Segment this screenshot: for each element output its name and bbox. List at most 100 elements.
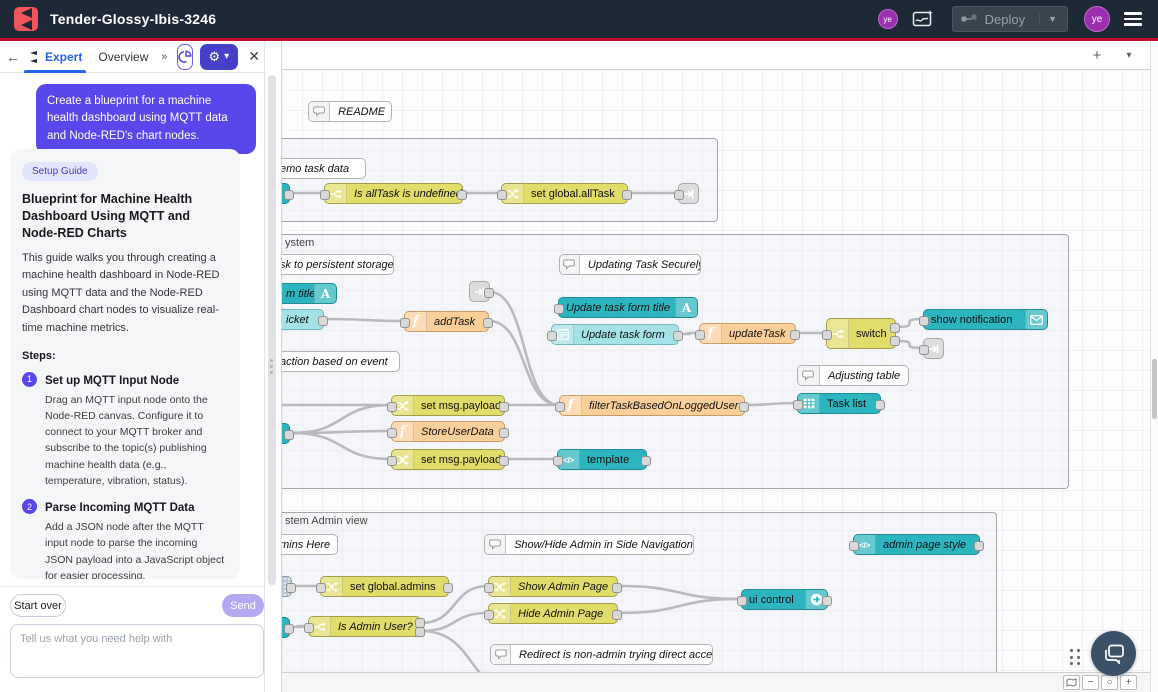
input-port[interactable] [737,596,747,606]
start-over-button[interactable]: Start over [10,594,66,617]
close-panel-icon[interactable]: ✕ [248,48,260,65]
node-link-out-1[interactable] [678,183,699,204]
input-port[interactable] [695,330,705,340]
zoom-out-button[interactable]: − [1082,675,1099,690]
node-form-title[interactable]: m titleA [281,283,337,304]
pie-chart-button[interactable] [177,44,193,70]
node-admin-page-style[interactable]: </>admin page style [853,534,980,555]
output-port[interactable] [890,336,900,346]
node-link-in-2[interactable] [469,281,490,302]
node-storeuserdata[interactable]: fStoreUserData [391,421,505,442]
comment-readme[interactable]: README [308,101,392,122]
node-switch[interactable]: switch [826,318,896,349]
input-port[interactable] [553,456,563,466]
node-inject-cut[interactable] [281,576,292,597]
comment-persistent-storage[interactable]: sk to persistent storage [281,254,394,275]
deploy-caret-icon[interactable]: ▼ [1039,14,1059,24]
send-button[interactable]: Send [222,594,264,617]
chat-scroll-area[interactable]: Create a blueprint for a machine health … [0,73,264,586]
input-port[interactable] [400,318,410,328]
node-ui-cut-3[interactable] [281,617,290,638]
user-avatar[interactable]: ye [1084,6,1110,32]
chat-fab-button[interactable] [1091,631,1136,676]
node-set-global-admins[interactable]: set global.admins [320,576,449,597]
input-port[interactable] [919,316,929,326]
panel-scrollbar-thumb[interactable] [268,75,276,585]
node-ui-cut-1[interactable] [281,183,290,204]
demo-task-group[interactable] [281,138,718,222]
output-port[interactable] [875,400,885,410]
chat-input[interactable] [10,624,264,678]
output-port[interactable] [499,402,509,412]
input-port[interactable] [674,190,684,200]
output-port[interactable] [739,402,749,412]
back-arrow-icon[interactable]: ← [6,49,20,65]
panel-resize-handle[interactable] [270,359,274,375]
node-show-notification[interactable]: show notification [923,309,1048,330]
output-port[interactable] [890,323,900,333]
output-port[interactable] [483,318,493,328]
comment-action-based-on-event[interactable]: action based on event [281,351,400,372]
output-port[interactable] [318,316,328,326]
comment-show-hide-admin[interactable]: Show/Hide Admin in Side Navigation [484,534,694,555]
comment-redirect-non-admin[interactable]: Redirect is non-admin trying direct acce… [490,644,713,665]
input-port[interactable] [316,583,326,593]
node-ui-control[interactable]: ui control [741,589,828,610]
node-set-msg-payload-2[interactable]: set msg.payload [391,449,505,470]
navigator-button[interactable] [1063,675,1080,690]
input-port[interactable] [793,400,803,410]
node-update-task-form-title[interactable]: Update task form titleA [558,297,698,318]
output-port[interactable] [612,583,622,593]
node-link-out-2[interactable] [923,338,944,359]
output-port[interactable] [622,190,632,200]
more-tabs-icon[interactable]: » [156,51,172,63]
output-port[interactable] [499,428,509,438]
node-ticket[interactable]: icket [281,309,324,330]
comment-updating-task-securely[interactable]: Updating Task Securely [559,254,701,275]
output-port[interactable] [284,190,294,200]
input-port[interactable] [497,190,507,200]
input-port[interactable] [484,583,494,593]
tab-overview[interactable]: Overview [90,41,156,73]
output-port[interactable] [415,627,425,637]
input-port[interactable] [849,541,859,551]
node-hide-admin-page[interactable]: Hide Admin Page [488,603,618,624]
output-port[interactable] [974,541,984,551]
output-port[interactable] [457,190,467,200]
main-menu-icon[interactable] [1124,12,1142,26]
input-port[interactable] [387,402,397,412]
node-template[interactable]: </>template [557,449,647,470]
output-port[interactable] [673,331,683,341]
output-port[interactable] [443,583,453,593]
input-port[interactable] [555,402,565,412]
input-port[interactable] [484,610,494,620]
flow-canvas[interactable]: ystemstem Admin viewREADMEemo task datas… [281,41,1150,692]
flow-list-button[interactable]: ▾ [1119,46,1139,66]
input-port[interactable] [387,456,397,466]
assistant-avatar[interactable]: ye [878,9,898,29]
output-port[interactable] [612,610,622,620]
deploy-button[interactable]: Deploy ▼ [952,6,1068,32]
canvas-vertical-scrollbar[interactable] [1150,41,1158,692]
ai-flow-generator-icon[interactable] [912,9,934,29]
node-set-msg-payload-1[interactable]: set msg.payload [391,395,505,416]
assistant-fab-drag-handle[interactable] [1070,649,1084,666]
node-is-admin-user[interactable]: Is Admin User? [308,616,421,637]
input-port[interactable] [547,331,557,341]
output-port[interactable] [822,596,832,606]
input-port[interactable] [320,190,330,200]
input-port[interactable] [919,345,929,355]
add-flow-button[interactable]: + [1087,46,1107,66]
node-addtask[interactable]: faddTask [404,311,489,332]
node-task-list[interactable]: Task list [797,393,881,414]
node-ui-cut-2[interactable] [281,423,290,444]
output-port[interactable] [790,330,800,340]
node-update-task-form[interactable]: Update task form [551,324,679,345]
output-port[interactable] [641,456,651,466]
canvas-scrollbar-thumb[interactable] [1152,359,1157,419]
input-port[interactable] [554,304,564,314]
node-filter-task[interactable]: ffilterTaskBasedOnLoggedUser [559,395,745,416]
node-set-global-alltask[interactable]: set global.allTask [501,183,628,204]
flowfuse-logo-icon[interactable] [14,7,38,31]
input-port[interactable] [387,428,397,438]
